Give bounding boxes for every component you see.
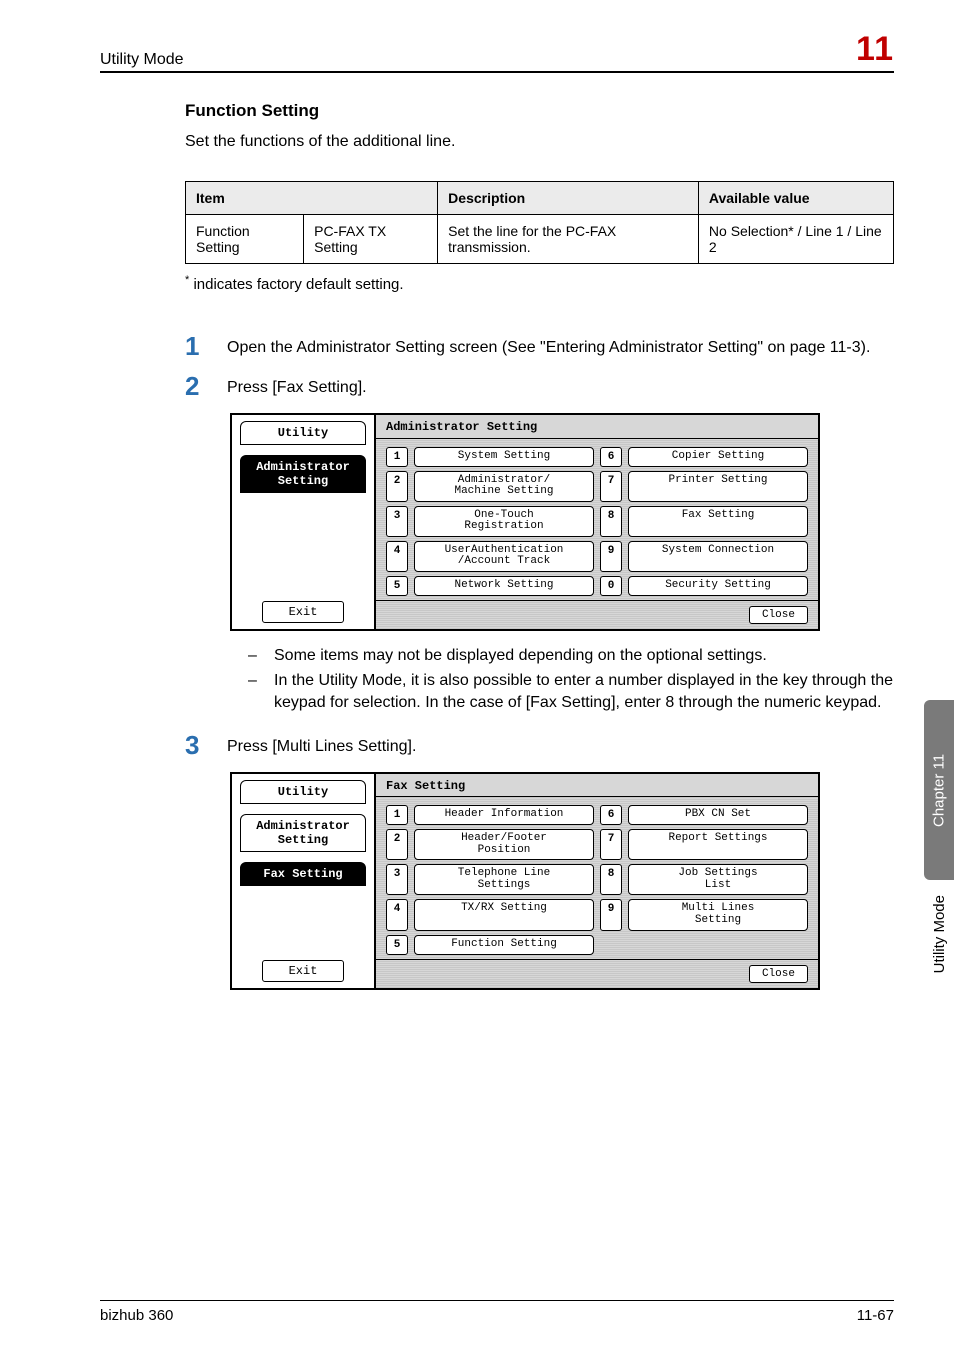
screen-title: Administrator Setting [376,415,818,438]
footer-left: bizhub 360 [100,1307,173,1324]
menu-num[interactable]: 6 [600,805,622,825]
menu-num[interactable]: 2 [386,471,408,502]
th-avail: Available value [698,182,893,215]
step-3: 3 Press [Multi Lines Setting]. [185,732,894,758]
security-setting-button[interactable]: Security Setting [628,576,808,596]
exit-button[interactable]: Exit [262,960,344,982]
system-connection-button[interactable]: System Connection [628,541,808,572]
footer-right: 11-67 [857,1307,894,1324]
menu-num[interactable]: 7 [600,471,622,502]
mode-side-label: Utility Mode [931,895,948,973]
settings-table: Item Description Available value Functio… [185,181,894,264]
menu-num[interactable]: 8 [600,506,622,537]
utility-tab[interactable]: Utility [240,421,366,445]
exit-button[interactable]: Exit [262,601,344,623]
step-number: 3 [185,732,209,758]
header-footer-pos-button[interactable]: Header/Footer Position [414,829,594,860]
step-body: Open the Administrator Setting screen (S… [227,333,894,359]
section-title: Function Setting [185,101,894,121]
cell-avail: No Selection* / Line 1 / Line 2 [698,215,893,264]
menu-num[interactable]: 4 [386,899,408,930]
th-desc: Description [438,182,699,215]
close-button[interactable]: Close [749,965,808,983]
fax-setting-screen: Utility Administrator Setting Fax Settin… [230,772,820,990]
menu-num[interactable]: 1 [386,447,408,467]
step-number: 1 [185,333,209,359]
step-body: Press [Multi Lines Setting]. [227,732,894,758]
step-2: 2 Press [Fax Setting]. [185,373,894,399]
admin-setting-tab[interactable]: Administrator Setting [240,814,366,852]
fax-setting-tab[interactable]: Fax Setting [240,862,366,886]
menu-num[interactable]: 0 [600,576,622,596]
menu-num[interactable]: 5 [386,576,408,596]
multi-lines-setting-button[interactable]: Multi Lines Setting [628,899,808,930]
menu-num[interactable]: 8 [600,864,622,895]
admin-machine-setting-button[interactable]: Administrator/ Machine Setting [414,471,594,502]
function-setting-button[interactable]: Function Setting [414,935,594,955]
note-1: Some items may not be displayed dependin… [274,645,767,667]
telephone-line-button[interactable]: Telephone Line Settings [414,864,594,895]
one-touch-reg-button[interactable]: One-Touch Registration [414,506,594,537]
section-intro: Set the functions of the additional line… [185,133,894,151]
menu-num[interactable]: 5 [386,935,408,955]
step-notes: –Some items may not be displayed dependi… [248,645,894,714]
fax-setting-button[interactable]: Fax Setting [628,506,808,537]
admin-setting-tab[interactable]: Administrator Setting [240,455,366,493]
report-settings-button[interactable]: Report Settings [628,829,808,860]
printer-setting-button[interactable]: Printer Setting [628,471,808,502]
page-header: Utility Mode 11 [100,30,894,73]
header-info-button[interactable]: Header Information [414,805,594,825]
cell-desc: Set the line for the PC-FAX transmission… [438,215,699,264]
pbx-cn-set-button[interactable]: PBX CN Set [628,805,808,825]
menu-num[interactable]: 9 [600,541,622,572]
chapter-side-tab: Chapter 11 [924,700,954,880]
user-auth-button[interactable]: UserAuthentication /Account Track [414,541,594,572]
menu-num[interactable]: 1 [386,805,408,825]
step-1: 1 Open the Administrator Setting screen … [185,333,894,359]
cell-item1: Function Setting [186,215,304,264]
footnote-text: indicates factory default setting. [193,276,403,293]
step-number: 2 [185,373,209,399]
note-2: In the Utility Mode, it is also possible… [274,670,894,713]
cell-item2: PC-FAX TX Setting [304,215,438,264]
screen-title: Fax Setting [376,774,818,797]
admin-setting-screen: Utility Administrator Setting Exit Admin… [230,413,820,631]
menu-num[interactable]: 6 [600,447,622,467]
copier-setting-button[interactable]: Copier Setting [628,447,808,467]
network-setting-button[interactable]: Network Setting [414,576,594,596]
menu-num[interactable]: 3 [386,864,408,895]
step-body: Press [Fax Setting]. [227,373,894,399]
th-item: Item [186,182,438,215]
job-settings-list-button[interactable]: Job Settings List [628,864,808,895]
menu-num[interactable]: 2 [386,829,408,860]
system-setting-button[interactable]: System Setting [414,447,594,467]
header-section: Utility Mode [100,51,184,69]
menu-num[interactable]: 7 [600,829,622,860]
menu-num[interactable]: 4 [386,541,408,572]
tx-rx-setting-button[interactable]: TX/RX Setting [414,899,594,930]
page-footer: bizhub 360 11-67 [100,1300,894,1324]
table-row: Function Setting PC-FAX TX Setting Set t… [186,215,894,264]
close-button[interactable]: Close [749,606,808,624]
menu-num[interactable]: 9 [600,899,622,930]
utility-tab[interactable]: Utility [240,780,366,804]
header-chapter-number: 11 [856,30,894,69]
menu-num[interactable]: 3 [386,506,408,537]
footnote: * indicates factory default setting. [185,274,894,293]
